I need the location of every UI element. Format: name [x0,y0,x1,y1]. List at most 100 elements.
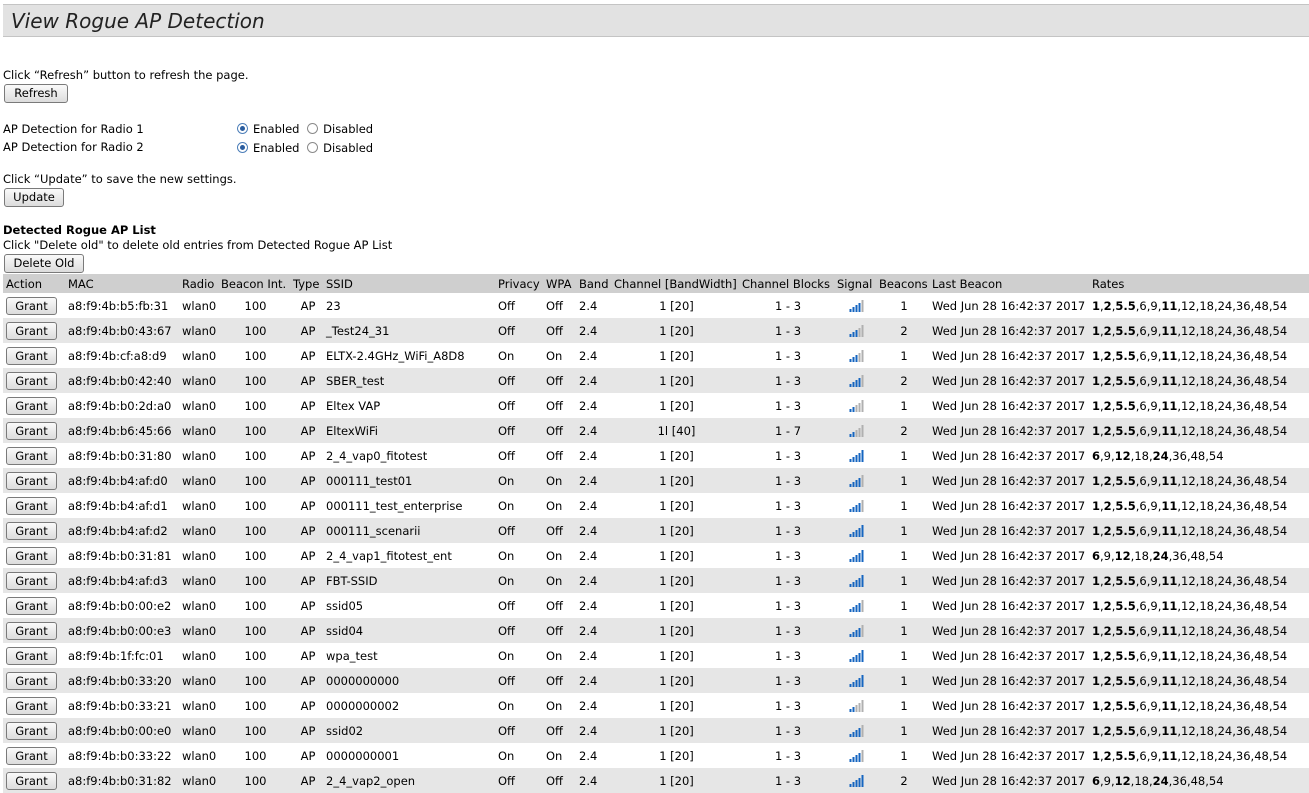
channel-cell: 1 [20] [611,768,739,793]
mac-cell: a8:f9:4b:b5:fb:31 [68,298,169,313]
grant-button[interactable]: Grant [6,646,57,665]
col-header-privacy: Privacy [495,274,543,293]
action-cell: Grant [3,718,65,743]
rate-value: 12 [1181,698,1196,713]
radio2-label: AP Detection for Radio 2 [3,140,144,154]
rates-cell: 1,2,5.5,6,9,11,12,18,24,36,48,54 [1092,698,1288,713]
signal-strength-icon [849,450,863,462]
rate-value: 12 [1181,373,1196,388]
rate-value: 24 [1217,673,1233,688]
radio2-disabled-radio[interactable] [307,142,319,153]
rate-value: 18 [1199,473,1214,488]
rate-value: 54 [1272,423,1288,438]
signal-strength-icon [849,300,863,312]
grant-button[interactable]: Grant [6,571,57,590]
grant-button[interactable]: Grant [6,621,57,640]
channel-cell: 1 [20] [659,348,694,363]
grant-button[interactable]: Grant [6,546,57,565]
grant-button[interactable]: Grant [6,596,57,615]
last-beacon-cell: Wed Jun 28 16:42:37 2017 [929,518,1089,543]
rate-value: 2 [1103,623,1112,638]
rates-cell: 1,2,5.5,6,9,11,12,18,24,36,48,54 [1089,618,1309,643]
grant-button[interactable]: Grant [6,346,57,365]
radio2-enabled-radio[interactable] [237,142,248,153]
mac-cell: a8:f9:4b:b0:33:22 [68,748,172,763]
grant-button[interactable]: Grant [6,696,57,715]
mac-cell: a8:f9:4b:b0:33:20 [65,668,179,693]
channel-blocks-cell: 1 - 7 [739,418,834,443]
radio-cell: wlan0 [179,468,218,493]
beacons-cell: 2 [876,418,929,443]
rate-value: 1 [1092,398,1101,413]
band-cell: 2.4 [579,648,598,663]
beacon-int-cell: 100 [244,448,267,463]
action-cell: Grant [3,318,65,343]
rate-value: 18 [1199,323,1214,338]
type-cell: AP [300,598,316,613]
grant-button[interactable]: Grant [6,671,57,690]
ssid-cell: SBER_test [323,368,495,393]
rate-value: 1 [1092,698,1101,713]
beacon-int-cell: 100 [244,698,267,713]
privacy-cell: Off [495,318,543,343]
rate-value: 54 [1272,623,1288,638]
wpa-cell: Off [546,448,563,463]
grant-button[interactable]: Grant [6,771,57,790]
mac-cell: a8:f9:4b:1f:fc:01 [68,648,164,663]
radio1-disabled-label: Disabled [323,121,374,136]
radio-cell: wlan0 [179,518,218,543]
rate-value: 2 [1103,423,1112,438]
grant-button[interactable]: Grant [6,421,57,440]
grant-button[interactable]: Grant [6,471,57,490]
table-row: Grant a8:f9:4b:b4:af:d3 wlan0 100 AP FBT-SSID… [3,568,1309,593]
grant-button[interactable]: Grant [6,371,57,390]
band-cell: 2.4 [576,368,611,393]
beacons-cell: 1 [876,568,929,593]
rate-value: 11 [1161,648,1178,663]
signal-cell [834,768,876,793]
grant-button[interactable]: Grant [6,396,57,415]
beacon-int-cell: 100 [218,318,290,343]
grant-button[interactable]: Grant [6,521,57,540]
grant-button[interactable]: Grant [6,321,57,340]
signal-strength-icon [849,425,863,437]
rate-value: 2 [1103,498,1112,513]
radio1-enabled-radio[interactable] [237,123,248,134]
signal-cell [834,493,876,518]
channel-blocks-cell: 1 - 3 [739,768,834,793]
rate-value: 36 [1235,298,1251,313]
rate-value: 24 [1217,523,1233,538]
ssid-cell: 0000000000 [323,668,495,693]
grant-button[interactable]: Grant [6,496,57,515]
rate-value: 9 [1150,598,1158,613]
signal-strength-icon [849,575,863,587]
radio1-disabled-radio[interactable] [307,123,319,134]
col-header-action: Action [3,274,65,293]
radio-cell: wlan0 [182,598,217,613]
ssid-cell: _Test24_31 [323,318,495,343]
table-row: Grant a8:f9:4b:b4:af:d2 wlan0 100 AP 000111_s… [3,518,1309,543]
mac-cell: a8:f9:4b:b4:af:d2 [65,518,179,543]
action-cell: Grant [3,343,65,368]
grant-button[interactable]: Grant [6,721,57,740]
action-cell: Grant [3,443,65,468]
update-button[interactable]: Update [4,188,64,207]
beacons-cell: 1 [876,518,929,543]
type-cell: AP [290,418,323,443]
channel-blocks-cell: 1 - 3 [774,748,802,763]
refresh-button[interactable]: Refresh [4,84,68,103]
grant-button[interactable]: Grant [6,446,57,465]
band-cell: 2.4 [576,568,611,593]
grant-button[interactable]: Grant [6,746,57,765]
radio-cell: wlan0 [179,368,218,393]
ssid-cell: ELTX-2.4GHz_WiFi_A8D8 [326,348,465,363]
last-beacon-cell: Wed Jun 28 16:42:37 2017 [932,348,1086,363]
privacy-cell: On [498,348,515,363]
delete-old-button[interactable]: Delete Old [4,254,84,273]
rate-value: 1 [1092,723,1101,738]
grant-button[interactable]: Grant [6,296,57,315]
rate-value: 36 [1235,648,1251,663]
rate-value: 48 [1254,398,1269,413]
rate-value: 54 [1272,748,1288,763]
ssid-cell: 000111_test_enterprise [326,498,463,513]
